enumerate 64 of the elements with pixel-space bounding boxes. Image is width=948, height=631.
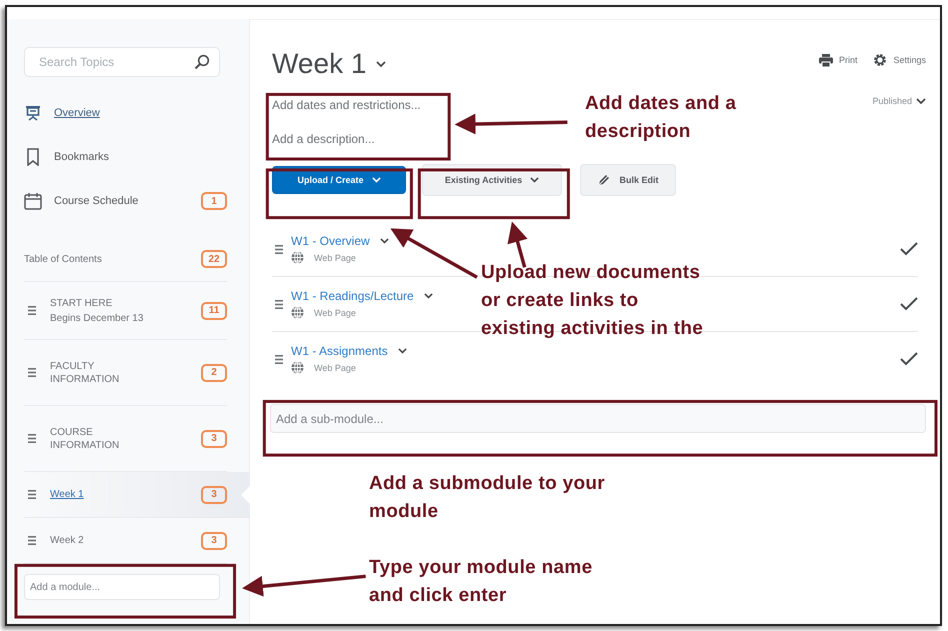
module-subtitle: Begins December 13 (50, 313, 144, 324)
callout-text: Add dates and a description (585, 92, 738, 144)
presentation-board-icon (25, 105, 41, 121)
drag-handle-icon[interactable] (275, 354, 283, 364)
topic-type: Web Page (314, 362, 356, 372)
chevron-down-icon (376, 61, 386, 67)
count-badge: 3 (201, 532, 227, 550)
bookmark-icon (26, 148, 40, 166)
settings-icon (873, 53, 888, 67)
globe-icon (291, 306, 304, 319)
add-submodule-field[interactable]: Add a sub-module... (270, 404, 926, 433)
search-icon (194, 54, 210, 70)
chevron-down-icon (916, 98, 926, 104)
add-module-field[interactable]: Add a module... (24, 574, 220, 600)
module-title-heading: Week 1 (272, 48, 366, 80)
chevron-down-icon (398, 348, 407, 354)
module-title[interactable]: Week 2 (50, 534, 140, 547)
count-badge: 2 (201, 364, 227, 382)
selected-module-row[interactable]: Week 1 3 (24, 472, 250, 518)
pencil-icon (597, 173, 612, 187)
callout-text: Upload new documents or create links to existing activities in the (481, 261, 704, 341)
callout-text: Type your module name and click enter (369, 556, 594, 608)
nav-link[interactable]: Overview (54, 107, 227, 119)
settings-button[interactable]: Settings (873, 53, 926, 67)
count-badge: 3 (201, 430, 227, 448)
drag-handle-icon[interactable] (28, 536, 36, 544)
topic-type: Web Page (314, 308, 356, 318)
topic-link[interactable]: W1 - Overview (291, 234, 370, 248)
add-description-link[interactable]: Add a description... (272, 132, 375, 146)
count-badge: 22 (201, 250, 227, 268)
bulk-edit-button[interactable]: Bulk Edit (580, 164, 676, 196)
module-title[interactable]: COURSE INFORMATION (50, 426, 140, 452)
chevron-down-icon (380, 238, 389, 244)
module-title[interactable]: FACULTY INFORMATION (50, 360, 140, 386)
chevron-down-icon (530, 177, 540, 183)
globe-icon (291, 361, 304, 374)
print-button[interactable]: Print (818, 54, 858, 66)
add-dates-link[interactable]: Add dates and restrictions... (272, 98, 421, 112)
search-field[interactable]: Search Topics (24, 47, 220, 77)
existing-activities-button[interactable]: Existing Activities (422, 164, 562, 196)
chevron-down-icon (372, 177, 380, 183)
drag-handle-icon[interactable] (275, 244, 283, 254)
drag-handle-icon[interactable] (275, 300, 283, 308)
chevron-down-icon (424, 293, 433, 299)
topic-link[interactable]: W1 - Readings/Lecture (291, 289, 414, 303)
drag-handle-icon[interactable] (28, 306, 36, 314)
calendar-icon (24, 192, 42, 210)
topic-link[interactable]: W1 - Assignments (291, 344, 388, 358)
nav-link[interactable]: Course Schedule (54, 195, 201, 207)
topic-type: Web Page (314, 252, 356, 262)
globe-icon (291, 251, 304, 264)
module-title[interactable]: START HERE (50, 297, 140, 310)
drag-handle-icon[interactable] (28, 490, 36, 498)
printer-icon (818, 54, 833, 66)
count-badge: 1 (201, 192, 227, 210)
module-title[interactable]: Week 1 (50, 488, 140, 501)
drag-handle-icon[interactable] (28, 434, 36, 442)
section-heading: Table of Contents (24, 254, 102, 264)
callout-text: Add a submodule to your module (369, 472, 606, 524)
nav-link[interactable]: Bookmarks (54, 151, 227, 163)
count-badge: 3 (201, 486, 227, 504)
drag-handle-icon[interactable] (28, 368, 36, 376)
count-badge: 11 (201, 302, 227, 320)
status-dropdown[interactable]: Published (872, 96, 926, 106)
